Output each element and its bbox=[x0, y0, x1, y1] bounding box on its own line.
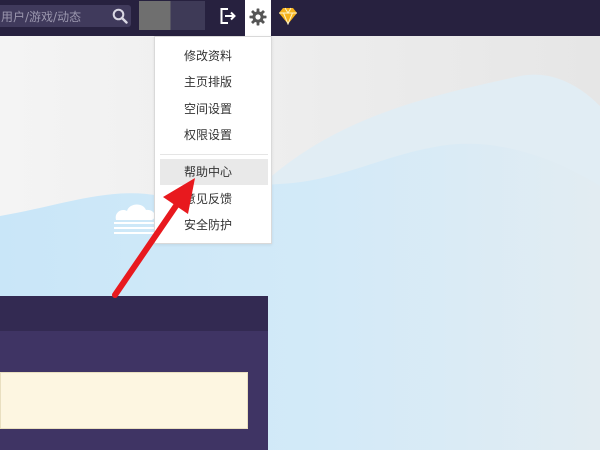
profile-panel bbox=[0, 296, 268, 450]
diamond-icon[interactable] bbox=[278, 7, 298, 25]
menu-item-homepage-layout[interactable]: 主页排版 bbox=[160, 69, 268, 95]
menu-item-security[interactable]: 安全防护 bbox=[160, 212, 268, 238]
panel-header bbox=[0, 296, 268, 331]
menu-item-feedback[interactable]: 意见反馈 bbox=[160, 186, 268, 212]
menu-item-edit-profile[interactable]: 修改资料 bbox=[160, 43, 268, 69]
logout-icon[interactable] bbox=[219, 7, 237, 25]
settings-button[interactable] bbox=[245, 0, 271, 36]
menu-divider bbox=[160, 154, 268, 155]
avatar[interactable] bbox=[139, 1, 205, 30]
search-placeholder[interactable]: 用户/游戏/动态 bbox=[1, 8, 81, 25]
panel-text-area[interactable] bbox=[0, 372, 248, 429]
cloud-icon bbox=[114, 204, 155, 234]
search-icon[interactable] bbox=[112, 8, 128, 24]
menu-item-help-center[interactable]: 帮助中心 bbox=[160, 159, 268, 185]
gear-icon[interactable] bbox=[249, 8, 267, 26]
search-box[interactable]: 用户/游戏/动态 bbox=[0, 5, 131, 27]
menu-item-permission-settings[interactable]: 权限设置 bbox=[160, 122, 268, 148]
top-nav-bar: 用户/游戏/动态 bbox=[0, 0, 600, 36]
settings-dropdown: 修改资料 主页排版 空间设置 权限设置 帮助中心 意见反馈 安全防护 bbox=[154, 36, 272, 244]
menu-item-space-settings[interactable]: 空间设置 bbox=[160, 96, 268, 122]
